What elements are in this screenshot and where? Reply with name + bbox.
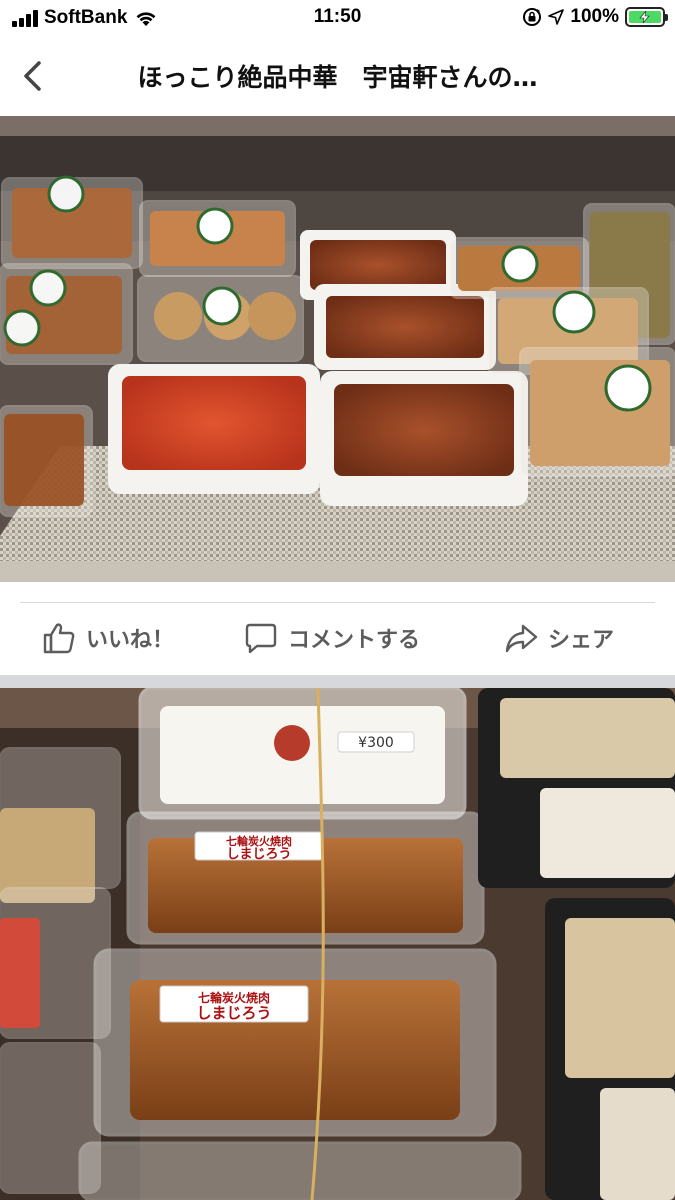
- like-button[interactable]: いいね！: [42, 621, 174, 655]
- price-sticker: ¥300: [358, 735, 394, 751]
- chinese-food-photo: [0, 116, 675, 582]
- battery-percent: 100%: [570, 6, 619, 27]
- battery-fill: [629, 11, 661, 23]
- nav-header: ほっこり絶品中華 宇宙軒さんの…: [0, 36, 675, 116]
- shop-sticker-1-line2: しまじろう: [226, 847, 291, 862]
- action-bar: いいね！ コメントする シェア: [0, 603, 675, 675]
- page-title: ほっこり絶品中華 宇宙軒さんの…: [137, 63, 538, 92]
- charging-bolt-icon: [639, 11, 650, 23]
- photo-spacer: [0, 582, 675, 602]
- comment-bubble-icon: [245, 623, 277, 654]
- section-separator: [0, 675, 675, 688]
- shop-sticker-2-line2: しまじろう: [196, 1004, 271, 1022]
- shop-sticker-1-line1: 七輪炭火焼肉: [226, 834, 292, 848]
- chevron-left-icon: [24, 61, 41, 91]
- bento-photo: ¥300 七輪炭火焼肉 しまじろう 七輪炭火焼肉 しまじろう: [0, 688, 675, 1200]
- post-photo-1[interactable]: [0, 116, 675, 582]
- share-label: シェア: [548, 628, 615, 653]
- comment-button[interactable]: コメントする: [244, 621, 420, 655]
- status-bar: SoftBank 11:50 100%: [0, 0, 675, 36]
- like-label: いいね！: [86, 628, 175, 653]
- back-button[interactable]: [14, 56, 50, 96]
- rotation-lock-icon: [523, 8, 542, 26]
- thumbs-up-icon: [43, 623, 75, 654]
- share-arrow-icon: [505, 624, 538, 653]
- shop-sticker-2-line1: 七輪炭火焼肉: [198, 990, 270, 1005]
- post-photo-2[interactable]: ¥300 七輪炭火焼肉 しまじろう 七輪炭火焼肉 しまじろう: [0, 688, 675, 1200]
- comment-label: コメントする: [288, 628, 421, 653]
- status-right: 100%: [522, 6, 668, 28]
- location-arrow-icon: [548, 9, 565, 25]
- share-button[interactable]: シェア: [504, 621, 614, 655]
- battery-icon: [625, 7, 668, 27]
